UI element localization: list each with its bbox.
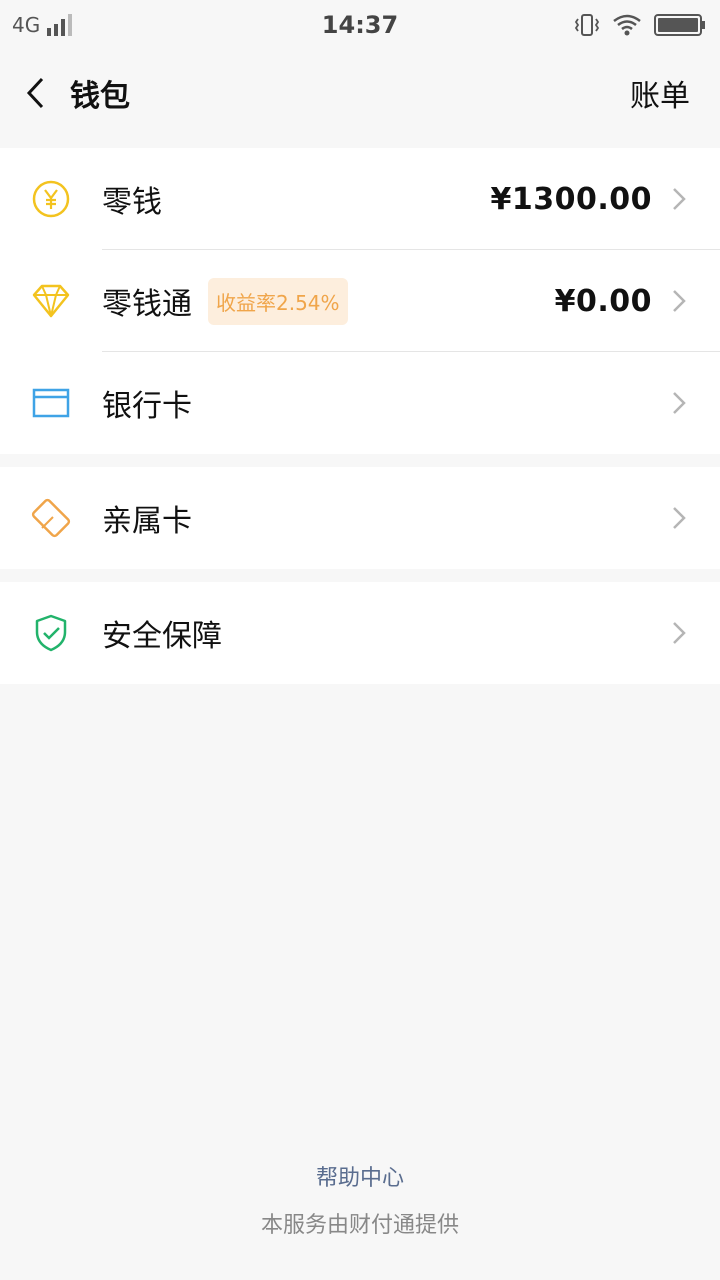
status-bar: 4G 14:37: [0, 0, 720, 50]
row-balance[interactable]: 零钱 ¥1300.00: [0, 148, 720, 250]
wallet-page: 4G 14:37 钱包 账单 零钱 ¥1300.00 零钱通 收益率2.54% …: [0, 0, 720, 1280]
battery-icon: [654, 14, 705, 36]
page-title: 钱包: [70, 79, 130, 114]
wallet-group: 零钱 ¥1300.00 零钱通 收益率2.54% ¥0.00 银行卡: [0, 148, 720, 454]
provider-note: 本服务由财付通提供: [260, 1213, 459, 1238]
chevron-right-icon: [673, 392, 686, 414]
diamond-icon: [0, 250, 102, 352]
help-center-link[interactable]: 帮助中心: [0, 1160, 720, 1192]
status-right: [574, 13, 706, 37]
lingqiantong-value: ¥0.00: [554, 283, 652, 319]
balance-value: ¥1300.00: [490, 181, 652, 217]
nav-bar: 钱包 账单: [0, 50, 720, 136]
family-card-icon: [0, 467, 102, 569]
lingqiantong-label: 零钱通: [102, 287, 192, 322]
vibrate-icon: [574, 14, 600, 36]
shield-check-icon: [0, 582, 102, 684]
family-card-group: 亲属卡: [0, 467, 720, 569]
security-label: 安全保障: [102, 619, 222, 654]
security-group: 安全保障: [0, 582, 720, 684]
network-type: 4G: [12, 13, 41, 37]
row-security[interactable]: 安全保障: [0, 582, 720, 684]
balance-label: 零钱: [102, 185, 162, 220]
status-left: 4G: [12, 13, 76, 37]
family-card-label: 亲属卡: [102, 504, 192, 539]
yuan-coin-icon: [0, 148, 102, 250]
row-lingqiantong[interactable]: 零钱通 收益率2.54% ¥0.00: [0, 250, 720, 352]
bank-card-label: 银行卡: [102, 389, 192, 424]
row-bank-card[interactable]: 银行卡: [0, 352, 720, 454]
back-button[interactable]: [0, 50, 70, 136]
chevron-left-icon: [26, 77, 44, 109]
wifi-icon: [613, 14, 641, 36]
chevron-right-icon: [673, 622, 686, 644]
signal-icon: [47, 14, 73, 36]
chevron-right-icon: [673, 188, 686, 210]
bill-button[interactable]: 账单: [630, 71, 690, 115]
row-family-card[interactable]: 亲属卡: [0, 467, 720, 569]
bank-card-icon: [0, 352, 102, 454]
chevron-right-icon: [673, 507, 686, 529]
chevron-right-icon: [673, 290, 686, 312]
yield-rate-badge: 收益率2.54%: [208, 277, 348, 325]
